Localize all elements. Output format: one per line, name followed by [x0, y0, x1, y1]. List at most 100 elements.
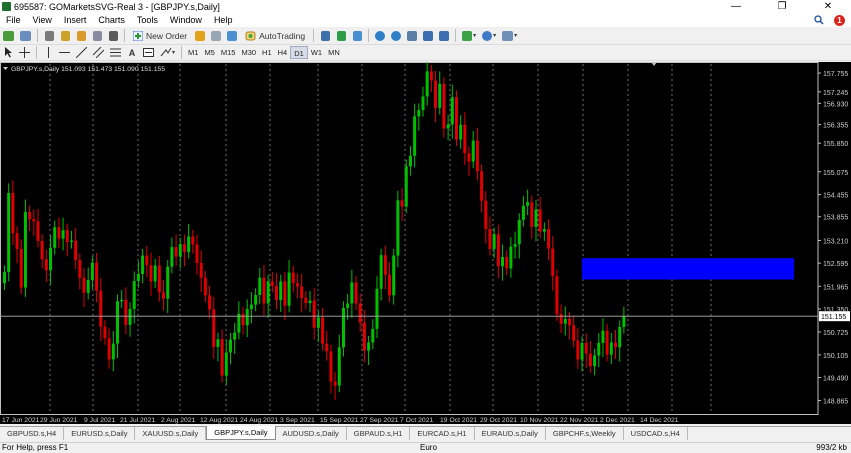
timeframe-m30[interactable]: M30 [238, 46, 259, 59]
candle-body [350, 282, 354, 304]
timeframe-m5[interactable]: M5 [201, 46, 217, 59]
tab-eurcad-h1[interactable]: EURCAD.s,H1 [410, 427, 475, 440]
tab-gbpjpy-daily[interactable]: GBPJPY.s,Daily [206, 426, 276, 440]
horizontal-line-icon[interactable] [57, 46, 72, 60]
menu-window[interactable]: Window [164, 13, 208, 27]
x-tick-label: 2 Aug 2021 [161, 417, 196, 424]
x-tick-label: 3 Sep 2021 [280, 417, 315, 424]
supply-zone-rectangle [582, 258, 794, 280]
candle-body [505, 257, 509, 269]
chart-tabs: GBPUSD.s,H4 EURUSD.s,Daily XAUUSD.s,Dail… [0, 426, 851, 440]
profiles-icon[interactable] [18, 29, 33, 43]
tab-xauusd-daily[interactable]: XAUUSD.s,Daily [135, 427, 207, 440]
y-tick-label: 150.105 [823, 353, 848, 360]
search-icon[interactable] [814, 15, 824, 25]
candle-body [492, 234, 496, 249]
signals-icon[interactable] [209, 29, 223, 43]
y-tick-label: 155.850 [823, 141, 848, 148]
tile-windows-icon[interactable] [405, 29, 419, 43]
close-button[interactable]: ✕ [805, 0, 851, 13]
channel-icon[interactable] [91, 46, 106, 60]
timeframe-h1[interactable]: H1 [259, 46, 275, 59]
menu-view[interactable]: View [27, 13, 58, 27]
text-label-icon[interactable] [141, 46, 156, 60]
navigator-icon[interactable] [74, 29, 88, 43]
menu-charts[interactable]: Charts [92, 13, 131, 27]
candle-body [400, 200, 404, 207]
timeframe-m1[interactable]: M1 [185, 46, 201, 59]
candle-body [3, 272, 6, 284]
candle-body [375, 288, 379, 329]
timeframe-mn[interactable]: MN [325, 46, 343, 59]
timeframe-d1[interactable]: D1 [290, 46, 308, 59]
tab-euraud-daily[interactable]: EURAUD.s,Daily [475, 427, 546, 440]
new-order-label: New Order [146, 30, 188, 41]
terminal-icon[interactable] [90, 29, 104, 43]
chart-shift-icon[interactable] [437, 29, 451, 43]
tab-usdcad-h4[interactable]: USDCAD.s,H4 [624, 427, 688, 440]
candle-body [622, 316, 626, 328]
candle-body [521, 205, 525, 220]
market-watch-icon[interactable] [42, 29, 56, 43]
price-chart[interactable]: 151.155 157.755 157.245 156.930 156.355 155.8… [0, 58, 851, 424]
text-icon[interactable]: A [125, 46, 139, 60]
notification-badge[interactable]: 1 [834, 14, 845, 26]
y-tick-label: 153.855 [823, 215, 848, 222]
x-tick-label: 2 Dec 2021 [600, 417, 635, 424]
candle-body [295, 283, 299, 287]
minimize-button[interactable]: — [713, 0, 759, 13]
new-chart-icon[interactable] [1, 29, 16, 43]
autotrading-button[interactable]: AutoTrading [241, 29, 309, 43]
menu-help[interactable]: Help [208, 13, 239, 27]
tab-gbpusd-h4[interactable]: GBPUSD.s,H4 [0, 427, 65, 440]
candle-body [488, 229, 492, 249]
timeframe-m15[interactable]: M15 [218, 46, 239, 59]
x-tick-label: 21 Jul 2021 [120, 417, 155, 424]
timeframe-h4[interactable]: H4 [275, 46, 291, 59]
menu-file[interactable]: File [0, 13, 27, 27]
trendline-icon[interactable] [74, 46, 89, 60]
vertical-line-icon[interactable] [41, 46, 55, 60]
tab-audusd-daily[interactable]: AUDUSD.s,Daily [276, 427, 347, 440]
y-tick-label: 149.490 [823, 376, 848, 383]
restore-button[interactable]: ❐ [759, 0, 805, 13]
tab-gbpaud-h1[interactable]: GBPAUD.s,H1 [347, 427, 411, 440]
drawing-toolbar: A ▾ M1 M5 M15 M30 H1 H4 D1 W1 MN [0, 45, 851, 61]
market-icon[interactable] [225, 29, 239, 43]
strategy-tester-icon[interactable] [106, 29, 120, 43]
line-chart-icon[interactable] [350, 29, 364, 43]
tab-gbpchf-weekly[interactable]: GBPCHF.s,Weekly [546, 427, 624, 440]
candle-body [128, 309, 132, 325]
zoom-in-icon[interactable] [373, 29, 387, 43]
bar-chart-icon[interactable] [318, 29, 332, 43]
periods-icon[interactable]: ▾ [480, 29, 498, 43]
candle-body [413, 116, 417, 156]
indicators-icon[interactable]: ▾ [460, 29, 478, 43]
candle-body [588, 353, 592, 367]
candlestick-chart-icon[interactable] [334, 29, 348, 43]
zoom-out-icon[interactable] [389, 29, 403, 43]
cursor-icon[interactable] [1, 46, 15, 60]
templates-icon[interactable]: ▾ [500, 29, 519, 43]
crosshair-icon[interactable] [17, 46, 32, 60]
candle-body [32, 219, 36, 222]
chart-header-arrow [3, 67, 8, 70]
y-tick-label: 154.455 [823, 193, 848, 200]
candle-body [371, 328, 375, 343]
menu-tools[interactable]: Tools [131, 13, 164, 27]
data-window-icon[interactable] [58, 29, 72, 43]
y-tick-label: 157.245 [823, 90, 848, 97]
chart-window[interactable]: 151.155 157.755 157.245 156.930 156.355 155.8… [0, 58, 851, 424]
new-order-button[interactable]: New Order [129, 29, 191, 43]
candle-body [312, 300, 316, 328]
auto-scroll-icon[interactable] [421, 29, 435, 43]
arrows-icon[interactable]: ▾ [158, 46, 177, 60]
candle-body [404, 166, 408, 207]
meta-editor-icon[interactable] [193, 29, 207, 43]
candle-body [191, 236, 195, 245]
candle-body [275, 285, 279, 301]
tab-eurusd-daily[interactable]: EURUSD.s,Daily [64, 427, 136, 440]
fibonacci-icon[interactable] [108, 46, 123, 60]
menu-insert[interactable]: Insert [58, 13, 93, 27]
timeframe-w1[interactable]: W1 [308, 46, 325, 59]
